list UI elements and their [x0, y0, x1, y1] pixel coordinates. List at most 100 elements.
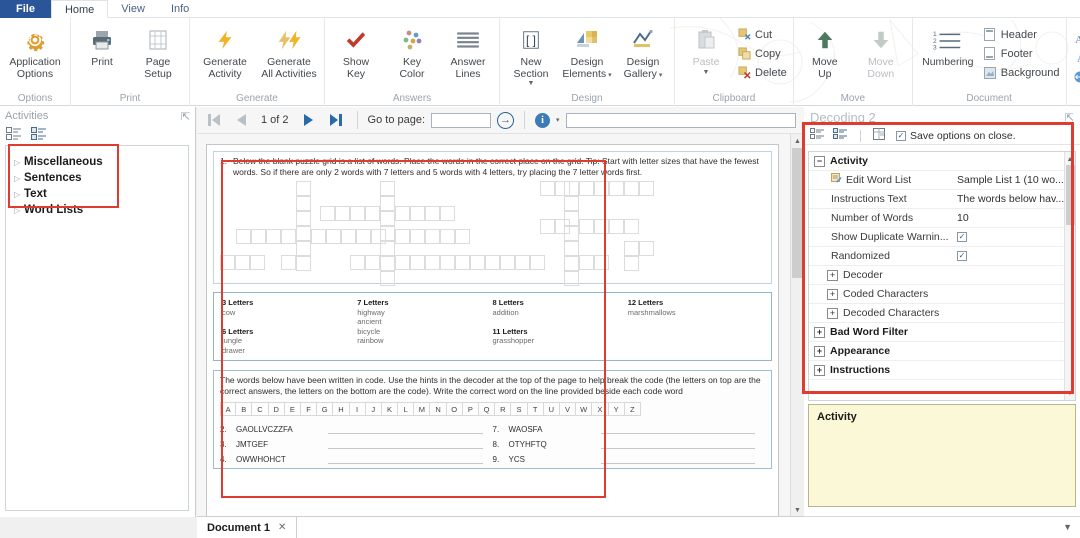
chevron-right-icon[interactable]: ▷ — [14, 158, 24, 167]
chevron-down-icon[interactable]: ▼ — [1063, 523, 1072, 532]
show-duplicate-warning-checkbox[interactable]: ✓ — [957, 232, 967, 242]
tab-file[interactable]: File — [0, 0, 51, 18]
pin-icon[interactable]: ⇱ — [181, 110, 190, 123]
answer-line[interactable] — [600, 423, 755, 434]
copy-button[interactable]: Copy — [734, 44, 790, 63]
scroll-up-icon[interactable]: ▲ — [1065, 152, 1075, 166]
section-decoding[interactable]: The words below have been written in cod… — [213, 370, 772, 469]
tab-info[interactable]: Info — [158, 0, 202, 18]
tree-item-sentences[interactable]: ▷ Sentences — [6, 170, 188, 186]
property-row-randomized[interactable]: Randomized ✓ — [809, 247, 1075, 266]
design-elements-button[interactable]: Design Elements ▾ — [559, 20, 615, 80]
previous-page-icon[interactable] — [231, 109, 253, 131]
scroll-down-icon[interactable]: ▼ — [791, 503, 804, 517]
scroll-up-icon[interactable]: ▲ — [791, 134, 804, 148]
goto-page-input[interactable] — [431, 112, 492, 128]
property-row-show-duplicate-warning[interactable]: Show Duplicate Warnin... ✓ — [809, 228, 1075, 247]
scroll-thumb[interactable] — [1066, 165, 1075, 225]
design-elements-dropdown-icon[interactable]: ▾ — [606, 72, 612, 79]
word-list-box[interactable]: 3 Letters cow 6 Letters jungle drawer 7 … — [213, 292, 772, 361]
answer-line[interactable] — [328, 423, 483, 434]
paste-dropdown-icon[interactable]: ▼ — [703, 69, 710, 76]
property-value[interactable]: Sample List 1 (10 wo... — [957, 174, 1064, 186]
property-group-coded-characters[interactable]: + Coded Characters — [809, 285, 1075, 304]
global-fonts-button[interactable]: A Global Fonts — [1070, 29, 1080, 48]
property-row-instructions-text[interactable]: Instructions Text The words below hav... — [809, 190, 1075, 209]
collapse-expander-icon[interactable]: − — [814, 155, 825, 167]
chevron-down-icon[interactable]: ▾ — [556, 117, 560, 124]
tree-item-miscellaneous[interactable]: ▷ Miscellaneous — [6, 154, 188, 170]
move-down-button[interactable]: Move Down — [853, 20, 909, 80]
show-key-button[interactable]: Show Key — [328, 20, 384, 80]
property-category-activity[interactable]: − Activity — [809, 152, 1075, 171]
first-page-icon[interactable] — [203, 109, 225, 131]
expand-expander-icon[interactable]: + — [814, 326, 825, 338]
property-row-edit-word-list[interactable]: Edit Word List Sample List 1 (10 wo... — [809, 171, 1075, 190]
property-category-instructions[interactable]: + Instructions — [809, 361, 1075, 380]
expand-expander-icon[interactable]: + — [827, 307, 838, 319]
save-options-on-close-row[interactable]: ✓ Save options on close. — [896, 130, 1016, 142]
close-icon[interactable]: ✕ — [278, 522, 286, 533]
save-options-checkbox[interactable]: ✓ — [896, 130, 906, 141]
application-options-button[interactable]: Application Options — [3, 20, 67, 80]
global-rtl-button[interactable]: Global RTL — [1070, 67, 1080, 86]
info-search-input[interactable] — [565, 112, 796, 128]
cut-button[interactable]: Cut — [734, 25, 790, 44]
background-button[interactable]: Background — [980, 63, 1063, 82]
global-colors-button[interactable]: A Global Colors — [1070, 48, 1080, 67]
move-up-button[interactable]: Move Up — [797, 20, 853, 80]
expand-expander-icon[interactable]: + — [814, 364, 825, 376]
last-page-icon[interactable] — [325, 109, 347, 131]
property-category-bad-word-filter[interactable]: + Bad Word Filter — [809, 323, 1075, 342]
property-group-decoder[interactable]: + Decoder — [809, 266, 1075, 285]
property-grid[interactable]: − Activity Edit Word List Sample List 1 … — [808, 151, 1076, 401]
next-page-icon[interactable] — [297, 109, 319, 131]
tab-view[interactable]: View — [108, 0, 158, 18]
document-vertical-scrollbar[interactable]: ▲ ▼ — [790, 134, 804, 517]
key-color-button[interactable]: Key Color — [384, 20, 440, 80]
property-category-appearance[interactable]: + Appearance — [809, 342, 1075, 361]
generate-all-activities-button[interactable]: Generate All Activities — [257, 20, 321, 80]
answer-line[interactable] — [600, 438, 755, 449]
new-section-button[interactable]: [ ] New Section ▼ — [503, 20, 559, 87]
alphabetical-view-icon[interactable] — [833, 128, 848, 143]
info-icon[interactable]: i — [535, 112, 551, 128]
chevron-right-icon[interactable]: ▷ — [14, 190, 24, 199]
expand-expander-icon[interactable]: + — [814, 345, 825, 357]
footer-button[interactable]: Footer — [980, 44, 1063, 63]
header-button[interactable]: Header — [980, 25, 1063, 44]
generate-activity-button[interactable]: Generate Activity — [193, 20, 257, 80]
property-group-decoded-characters[interactable]: + Decoded Characters — [809, 304, 1075, 323]
tree-item-text[interactable]: ▷ Text — [6, 186, 188, 202]
categorized-view-icon[interactable] — [810, 128, 825, 143]
tree-item-word-lists[interactable]: ▷ Word Lists — [6, 202, 188, 218]
property-grid-scrollbar[interactable]: ▲ ▼ — [1064, 152, 1075, 400]
scroll-down-icon[interactable]: ▼ — [1065, 386, 1075, 400]
answer-line[interactable] — [328, 453, 483, 464]
chevron-right-icon[interactable]: ▷ — [14, 174, 24, 183]
property-row-number-of-words[interactable]: Number of Words 10 — [809, 209, 1075, 228]
scroll-thumb[interactable] — [792, 148, 803, 278]
design-gallery-dropdown-icon[interactable]: ▾ — [657, 72, 663, 79]
pin-icon[interactable]: ⇱ — [1065, 111, 1074, 124]
property-value[interactable]: 10 — [957, 212, 969, 224]
delete-button[interactable]: Delete — [734, 63, 790, 82]
numbering-button[interactable]: 123 Numbering — [916, 20, 980, 69]
go-arrow-icon[interactable]: → — [497, 111, 515, 129]
design-gallery-button[interactable]: Design Gallery ▾ — [615, 20, 671, 80]
print-button[interactable]: Print — [74, 20, 130, 69]
expand-expander-icon[interactable]: + — [827, 269, 838, 281]
new-section-dropdown-icon[interactable]: ▼ — [528, 80, 535, 87]
expand-all-icon[interactable] — [31, 127, 47, 143]
answer-lines-button[interactable]: Answer Lines — [440, 20, 496, 80]
expand-expander-icon[interactable]: + — [827, 288, 838, 300]
page-setup-button[interactable]: Page Setup — [130, 20, 186, 80]
document-tab[interactable]: Document 1 ✕ — [197, 517, 298, 538]
property-value[interactable]: The words below hav... — [957, 193, 1064, 205]
document-page[interactable]: 1. Below the blank puzzle grid is a list… — [206, 144, 779, 517]
paste-button[interactable]: Paste ▼ — [678, 20, 734, 76]
answer-line[interactable] — [600, 453, 755, 464]
collapse-all-icon[interactable] — [6, 127, 22, 143]
tab-home[interactable]: Home — [50, 0, 109, 18]
chevron-right-icon[interactable]: ▷ — [14, 206, 24, 215]
